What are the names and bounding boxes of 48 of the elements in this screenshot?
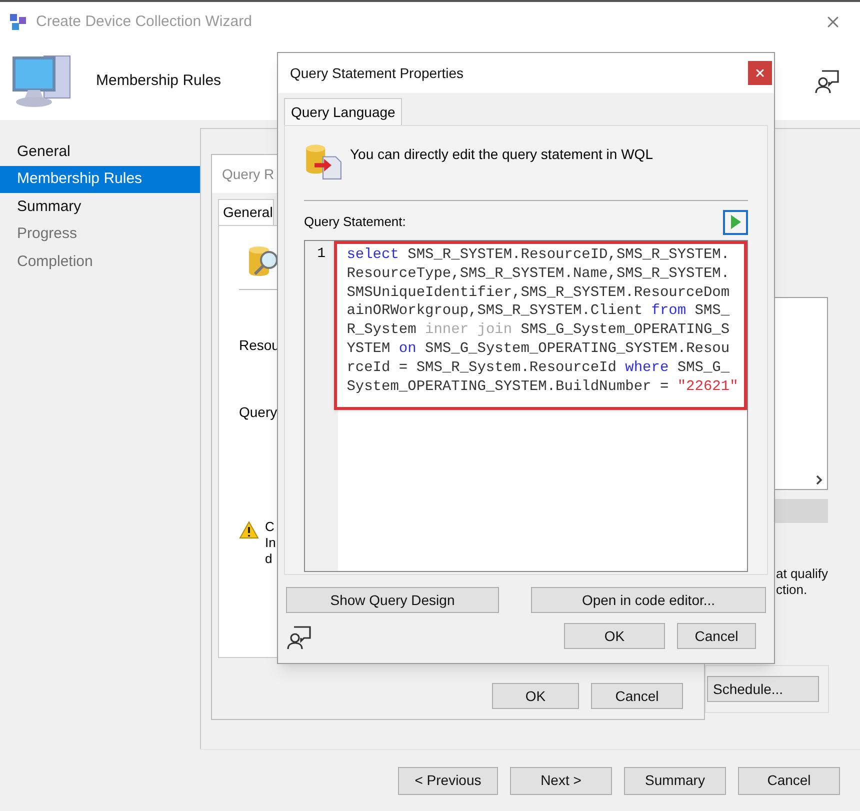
description-text: at qualify — [776, 566, 828, 582]
cancel-button[interactable]: Cancel — [738, 766, 840, 794]
cancel-button[interactable]: Cancel — [591, 683, 683, 709]
ok-button[interactable]: OK — [564, 623, 665, 649]
warning-text: d — [265, 551, 274, 567]
tab[interactable]: Query Language — [284, 98, 402, 125]
summary-button[interactable]: Summary — [624, 766, 726, 794]
code-line: rceId = SMS_R_System.ResourceId where SMS_G_ — [346, 358, 731, 378]
description-text: You can directly edit the query statement in WQL — [350, 145, 653, 164]
close-icon — [754, 67, 766, 79]
next-button[interactable]: Next > — [510, 766, 612, 794]
app-icon — [8, 12, 28, 32]
wizard-step[interactable]: Membership Rules — [0, 166, 200, 193]
description-text: ction. — [776, 582, 808, 598]
wizard-step[interactable]: Summary — [0, 193, 200, 220]
line-number: 1 — [317, 245, 326, 264]
query-label: Query — [239, 403, 278, 422]
code-editor[interactable] — [304, 240, 748, 572]
warning-text: C — [265, 519, 276, 535]
play-icon — [730, 214, 742, 230]
open-code-editor-button[interactable]: Open in code editor... — [531, 587, 766, 613]
query-statement-label: Query Statement: — [304, 213, 406, 232]
previous-button[interactable]: < Previous — [398, 766, 498, 794]
window-title: Create Device Collection Wizard — [36, 12, 252, 32]
ok-button[interactable]: OK — [492, 683, 579, 709]
wizard-step[interactable]: General — [0, 138, 200, 166]
close-button[interactable] — [748, 61, 772, 85]
code-line: ainORWorkgroup,SMS_R_SYSTEM.Client from SMS_ — [346, 302, 731, 322]
code-line: R_System inner join SMS_G_System_OPERATING_S — [346, 321, 731, 340]
scroll-right-icon[interactable] — [815, 475, 823, 485]
show-query-design-button[interactable]: Show Query Design — [286, 587, 499, 613]
code-line: SMSUniqueIdentifier,SMS_R_SYSTEM.ResourceDom — [346, 284, 731, 302]
general-tab[interactable]: General — [218, 199, 274, 225]
code-line: System_OPERATING_SYSTEM.BuildNumber = "22621" — [346, 378, 740, 396]
code-line: select SMS_R_SYSTEM.ResourceID,SMS_R_SYSTEM. — [346, 246, 731, 265]
dialog-title: Query R — [222, 164, 274, 184]
code-line: ResourceType,SMS_R_SYSTEM.Name,SMS_R_SYSTEM. — [346, 264, 731, 284]
warning-icon — [239, 521, 259, 539]
code-line: YSTEM on SMS_G_System_OPERATING_SYSTEM.Resou — [346, 340, 731, 359]
dialog-title: Query Statement Properties — [290, 64, 465, 83]
warning-text: In — [265, 535, 276, 551]
user-monitor-icon — [286, 624, 312, 650]
database-export-icon — [304, 142, 342, 180]
page-header-title: Membership Rules — [96, 70, 222, 91]
schedule-button[interactable]: Schedule... — [707, 676, 819, 702]
run-button[interactable] — [723, 210, 748, 234]
user-monitor-icon — [814, 68, 840, 94]
cancel-button[interactable]: Cancel — [677, 623, 756, 649]
